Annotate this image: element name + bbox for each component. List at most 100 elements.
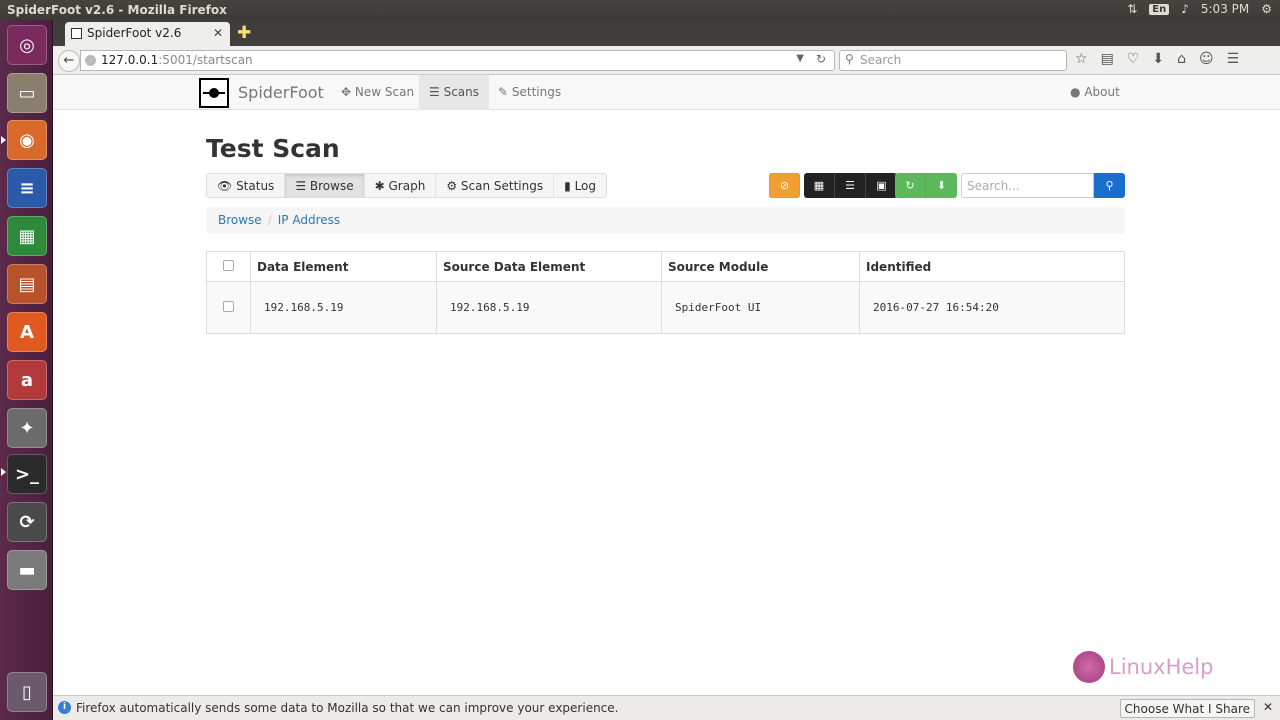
favicon-icon: [71, 28, 82, 39]
clock[interactable]: 5:03 PM: [1201, 2, 1249, 16]
stop-group: ⊘: [769, 173, 800, 198]
search-button[interactable]: ⚲: [1094, 173, 1125, 198]
home-icon[interactable]: ⌂: [1177, 51, 1186, 67]
close-notification-icon[interactable]: ✕: [1263, 700, 1273, 714]
disk-icon[interactable]: ▬: [7, 550, 47, 590]
asterisk-icon: ✱: [374, 179, 385, 193]
nav-settings[interactable]: ✎ Settings: [488, 75, 571, 110]
history-dropdown-icon[interactable]: ▼: [796, 53, 804, 64]
tab-scan-settings-label: Scan Settings: [460, 179, 544, 193]
download-button[interactable]: ⬇: [926, 173, 957, 198]
search-placeholder: Search: [860, 53, 902, 67]
firefox-icon[interactable]: ◉: [7, 120, 47, 160]
info-icon: ●: [1070, 85, 1081, 99]
amazon-icon[interactable]: a: [7, 360, 47, 400]
back-button[interactable]: ←: [58, 50, 80, 72]
select-all-checkbox[interactable]: [223, 259, 234, 271]
nav-about[interactable]: ● About: [1060, 75, 1130, 110]
header-source-module[interactable]: Source Module: [661, 251, 860, 282]
software-center-icon[interactable]: A: [7, 312, 47, 352]
software-updater-icon[interactable]: ⟳: [7, 502, 47, 542]
eye-icon: 👁: [217, 179, 233, 193]
nav-scans[interactable]: ☰ Scans: [419, 75, 490, 110]
row-select-cell: [206, 281, 251, 334]
url-path: :5001/startscan: [158, 53, 253, 67]
watermark: LinuxHelp: [1073, 651, 1213, 683]
ubuntu-dash-icon[interactable]: ◎: [7, 25, 47, 65]
toolbar-icons: ☆ ▤ ♡ ⬇ ⌂ ☺ ☰: [1075, 51, 1239, 67]
tab-scan-settings[interactable]: ⚙ Scan Settings: [436, 174, 555, 197]
nav-scans-label: Scans: [443, 85, 480, 99]
bookmark-star-icon[interactable]: ☆: [1075, 51, 1088, 67]
browser-search-input[interactable]: ⚲ Search: [839, 50, 1067, 71]
nav-new-scan[interactable]: ✥ New Scan: [331, 75, 424, 110]
results-search-input[interactable]: Search...: [961, 173, 1094, 198]
files-icon[interactable]: ▭: [7, 73, 47, 113]
header-source-data-element[interactable]: Source Data Element: [436, 251, 662, 282]
site-info-icon[interactable]: [85, 55, 96, 66]
tab-status[interactable]: 👁 Status: [207, 174, 286, 197]
system-settings-icon[interactable]: ✦: [7, 408, 47, 448]
cell-data-element: 192.168.5.19: [250, 281, 437, 334]
choose-what-i-share-button[interactable]: Choose What I Share: [1119, 699, 1255, 718]
select-all-header: [206, 251, 251, 282]
image-view-button[interactable]: ▣: [866, 173, 897, 198]
results-search-placeholder: Search...: [967, 179, 1020, 193]
reload-icon[interactable]: ↻: [816, 52, 826, 66]
menu-icon[interactable]: ☰: [1227, 51, 1240, 67]
brand-name: SpiderFoot: [238, 83, 324, 102]
trash-icon[interactable]: ▯: [7, 672, 47, 712]
url-bar[interactable]: 127.0.0.1:5001/startscan ▼ ↻: [80, 50, 835, 71]
power-icon[interactable]: ⚙: [1261, 2, 1272, 16]
new-tab-icon[interactable]: ✚: [237, 23, 251, 43]
close-tab-icon[interactable]: ✕: [213, 26, 223, 40]
tab-spiderfoot[interactable]: SpiderFoot v2.6 ✕: [65, 22, 230, 46]
volume-icon[interactable]: ♪: [1181, 2, 1189, 16]
reading-list-icon[interactable]: ▤: [1101, 51, 1114, 67]
cog-icon: ⚙: [446, 179, 458, 193]
results-table: Data Element Source Data Element Source …: [206, 251, 1125, 334]
cell-source-module: SpiderFoot UI: [661, 281, 860, 334]
breadcrumb-ip-address[interactable]: IP Address: [278, 213, 340, 227]
notification-message: Firefox automatically sends some data to…: [76, 701, 619, 715]
nav-about-label: About: [1084, 85, 1120, 99]
network-icon[interactable]: ⇅: [1127, 2, 1137, 16]
pocket-icon[interactable]: ♡: [1127, 51, 1140, 67]
window-title: SpiderFoot v2.6 - Mozilla Firefox: [7, 3, 227, 17]
downloads-icon[interactable]: ⬇: [1152, 51, 1164, 67]
row-checkbox[interactable]: [223, 300, 234, 312]
grid-view-button[interactable]: ▦: [804, 173, 835, 198]
tab-graph[interactable]: ✱ Graph: [365, 174, 437, 197]
table-row[interactable]: 192.168.5.19 192.168.5.19 SpiderFoot UI …: [206, 281, 1125, 334]
list-icon: ☰: [429, 85, 440, 99]
breadcrumb-browse[interactable]: Browse: [218, 213, 262, 227]
refresh-button[interactable]: ↻: [895, 173, 926, 198]
tab-strip: SpiderFoot v2.6 ✕ ✚: [53, 20, 1280, 46]
writer-icon[interactable]: ≡: [7, 168, 47, 208]
list-icon: ☰: [295, 179, 307, 193]
page-title: Test Scan: [206, 134, 340, 163]
stop-scan-button[interactable]: ⊘: [769, 173, 800, 198]
url-host: 127.0.0.1: [101, 53, 159, 67]
cell-source-data-element: 192.168.5.19: [436, 281, 662, 334]
hello-icon[interactable]: ☺: [1199, 51, 1214, 67]
breadcrumb-separator: /: [267, 213, 272, 227]
os-top-panel: SpiderFoot v2.6 - Mozilla Firefox ⇅ En ♪…: [0, 0, 1280, 20]
tab-browse[interactable]: ☰ Browse: [285, 174, 365, 197]
wrench-icon: ✎: [498, 85, 509, 99]
list-view-button[interactable]: ☰: [835, 173, 866, 198]
tab-log[interactable]: ▮ Log: [554, 174, 606, 197]
cell-identified: 2016-07-27 16:54:20: [859, 281, 1125, 334]
nav-settings-label: Settings: [511, 85, 562, 99]
search-group: ⚲: [1094, 173, 1125, 198]
running-indicator: [1, 468, 6, 476]
header-identified[interactable]: Identified: [859, 251, 1125, 282]
keyboard-layout[interactable]: En: [1149, 3, 1170, 15]
calc-icon[interactable]: ▦: [7, 216, 47, 256]
header-data-element[interactable]: Data Element: [250, 251, 437, 282]
breadcrumb: Browse / IP Address: [206, 207, 1125, 234]
terminal-icon[interactable]: >_: [7, 454, 47, 494]
impress-icon[interactable]: ▤: [7, 264, 47, 304]
brand[interactable]: SpiderFoot: [199, 77, 324, 108]
notification-bar: i Firefox automatically sends some data …: [53, 695, 1280, 720]
